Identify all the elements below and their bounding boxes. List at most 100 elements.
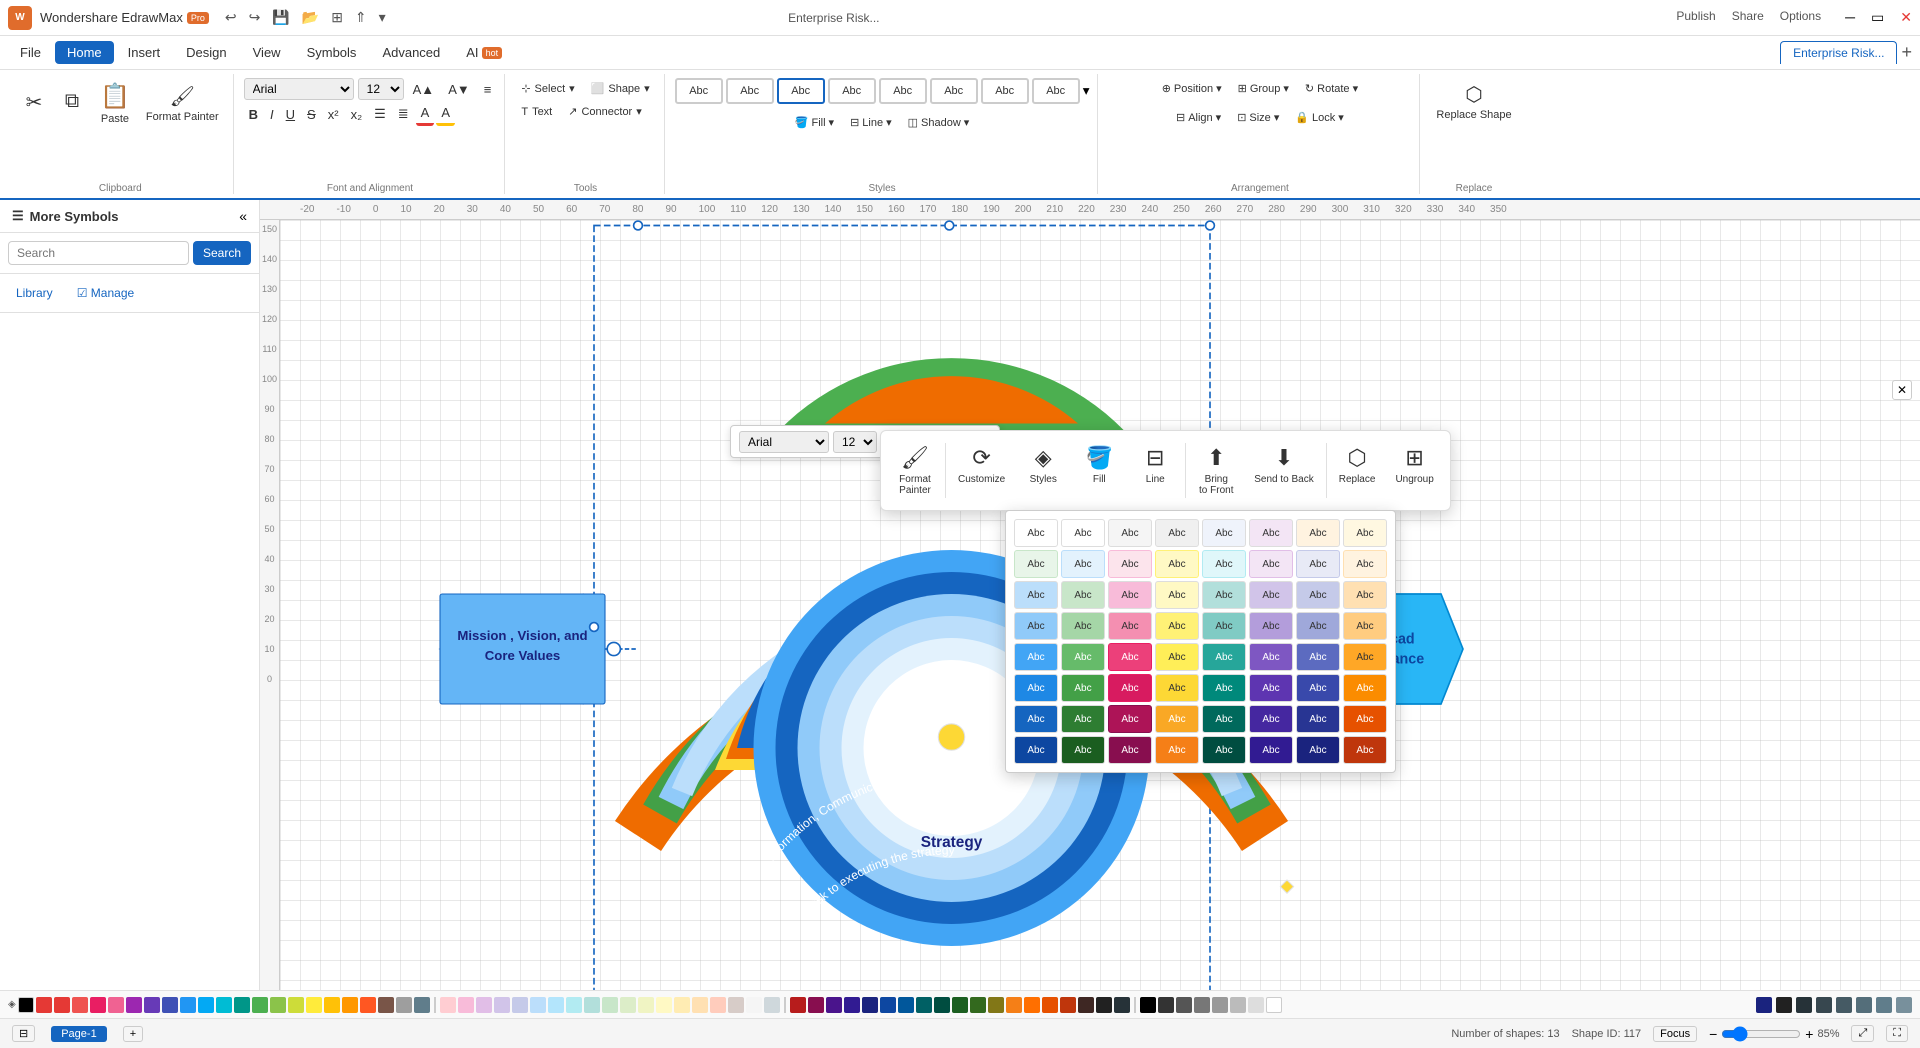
color-light-16[interactable]	[710, 997, 726, 1013]
save-button[interactable]: 💾	[268, 7, 293, 28]
swatch-5-4[interactable]: Abc	[1155, 643, 1199, 671]
share-button[interactable]: Share	[1732, 9, 1764, 26]
swatch-4-3[interactable]: Abc	[1108, 612, 1152, 640]
replace-shape-button[interactable]: ⬡ Replace Shape	[1430, 78, 1517, 125]
menu-advanced[interactable]: Advanced	[370, 41, 452, 64]
swatch-4-6[interactable]: Abc	[1249, 612, 1293, 640]
color-swatch-black[interactable]	[18, 997, 34, 1013]
color-swatch-deep-orange[interactable]	[360, 997, 376, 1013]
strikethrough-button[interactable]: S	[302, 104, 321, 125]
lock-button[interactable]: 🔒Lock▾	[1289, 107, 1349, 128]
color-grey-4[interactable]	[1212, 997, 1228, 1013]
color-dark-6[interactable]	[880, 997, 896, 1013]
dark-swatch-5[interactable]	[1836, 997, 1852, 1013]
color-light-10[interactable]	[602, 997, 618, 1013]
swatch-1-1[interactable]: Abc	[1014, 519, 1058, 547]
swatch-5-6[interactable]: Abc	[1249, 643, 1293, 671]
size-button[interactable]: ⊡Size▾	[1231, 107, 1285, 128]
style-swatch-5[interactable]: Abc	[879, 78, 927, 104]
rotate-button[interactable]: ↻Rotate▾	[1299, 78, 1364, 99]
font-size-down-button[interactable]: A▼	[443, 79, 475, 100]
swatch-2-8[interactable]: Abc	[1343, 550, 1387, 578]
undo-button[interactable]: ↩	[221, 7, 241, 28]
color-light-8[interactable]	[566, 997, 582, 1013]
swatch-7-7[interactable]: Abc	[1296, 705, 1340, 733]
color-swatch-green1[interactable]	[252, 997, 268, 1013]
swatch-3-7[interactable]: Abc	[1296, 581, 1340, 609]
style-swatch-1[interactable]: Abc	[675, 78, 723, 104]
menu-file[interactable]: File	[8, 41, 53, 64]
color-light-11[interactable]	[620, 997, 636, 1013]
style-swatch-2[interactable]: Abc	[726, 78, 774, 104]
color-dark-12[interactable]	[988, 997, 1004, 1013]
publish-button[interactable]: Publish	[1676, 9, 1715, 26]
swatch-5-7[interactable]: Abc	[1296, 643, 1340, 671]
dark-swatch-3[interactable]	[1796, 997, 1812, 1013]
ctx-replace-button[interactable]: ⬡ Replace	[1331, 439, 1384, 502]
swatch-7-1[interactable]: Abc	[1014, 705, 1058, 733]
swatch-8-1[interactable]: Abc	[1014, 736, 1058, 764]
color-light-19[interactable]	[764, 997, 780, 1013]
color-grey-2[interactable]	[1176, 997, 1192, 1013]
float-font-select[interactable]: Arial	[739, 431, 829, 453]
color-dark-18[interactable]	[1096, 997, 1112, 1013]
swatch-2-1[interactable]: Abc	[1014, 550, 1058, 578]
fit-page-button[interactable]: ⤢	[1851, 1025, 1874, 1042]
color-dark-2[interactable]	[808, 997, 824, 1013]
swatch-3-8[interactable]: Abc	[1343, 581, 1387, 609]
bold-button[interactable]: B	[244, 104, 263, 125]
bullet-list-button[interactable]: ≣	[393, 103, 414, 125]
maximize-button[interactable]: ▭	[1871, 9, 1884, 26]
swatch-7-6[interactable]: Abc	[1249, 705, 1293, 733]
color-light-2[interactable]	[458, 997, 474, 1013]
swatch-2-7[interactable]: Abc	[1296, 550, 1340, 578]
color-swatch-red2[interactable]	[54, 997, 70, 1013]
paste-button[interactable]: 📋 Paste	[94, 78, 136, 129]
text-button[interactable]: TText	[515, 101, 558, 122]
swatch-6-1[interactable]: Abc	[1014, 674, 1058, 702]
list-button[interactable]: ☰	[369, 103, 391, 125]
color-swatch-teal[interactable]	[234, 997, 250, 1013]
swatch-2-6[interactable]: Abc	[1249, 550, 1293, 578]
open-button[interactable]: 📂	[298, 7, 323, 28]
shape-button[interactable]: ⬜Shape▾	[585, 78, 656, 99]
minimize-button[interactable]: ─	[1845, 9, 1855, 26]
redo-button[interactable]: ↪	[245, 7, 265, 28]
ctx-fill-button[interactable]: 🪣 Fill	[1073, 439, 1125, 502]
color-light-1[interactable]	[440, 997, 456, 1013]
swatch-8-6[interactable]: Abc	[1249, 736, 1293, 764]
swatch-4-5[interactable]: Abc	[1202, 612, 1246, 640]
dark-swatch-2[interactable]	[1776, 997, 1792, 1013]
swatch-1-4[interactable]: Abc	[1155, 519, 1199, 547]
swatch-6-6[interactable]: Abc	[1249, 674, 1293, 702]
color-dark-14[interactable]	[1024, 997, 1040, 1013]
swatch-4-8[interactable]: Abc	[1343, 612, 1387, 640]
color-dark-9[interactable]	[934, 997, 950, 1013]
color-dark-5[interactable]	[862, 997, 878, 1013]
swatch-3-5[interactable]: Abc	[1202, 581, 1246, 609]
ctx-line-button[interactable]: ⊟ Line	[1129, 439, 1181, 502]
swatch-7-3[interactable]: Abc	[1108, 705, 1152, 733]
menu-insert[interactable]: Insert	[116, 41, 173, 64]
subscript-button[interactable]: x₂	[346, 104, 368, 125]
swatch-3-3[interactable]: Abc	[1108, 581, 1152, 609]
color-swatch-pink1[interactable]	[90, 997, 106, 1013]
style-swatch-4[interactable]: Abc	[828, 78, 876, 104]
color-light-5[interactable]	[512, 997, 528, 1013]
shadow-button[interactable]: ◫Shadow▾	[902, 112, 976, 133]
swatch-2-5[interactable]: Abc	[1202, 550, 1246, 578]
color-dark-7[interactable]	[898, 997, 914, 1013]
options-button[interactable]: Options	[1780, 9, 1821, 26]
color-swatch-blue-grey[interactable]	[414, 997, 430, 1013]
font-family-select[interactable]: Arial	[244, 78, 354, 100]
color-dark-4[interactable]	[844, 997, 860, 1013]
add-tab-button[interactable]: +	[1901, 42, 1912, 63]
color-swatch-amber[interactable]	[324, 997, 340, 1013]
ctx-styles-button[interactable]: ◈ Styles	[1017, 439, 1069, 502]
swatch-6-8[interactable]: Abc	[1343, 674, 1387, 702]
tab-enterprise[interactable]: Enterprise Risk...	[1780, 41, 1897, 64]
swatch-3-6[interactable]: Abc	[1249, 581, 1293, 609]
color-swatch-pink2[interactable]	[108, 997, 124, 1013]
swatch-7-5[interactable]: Abc	[1202, 705, 1246, 733]
export-button[interactable]: ⇑	[351, 7, 371, 28]
